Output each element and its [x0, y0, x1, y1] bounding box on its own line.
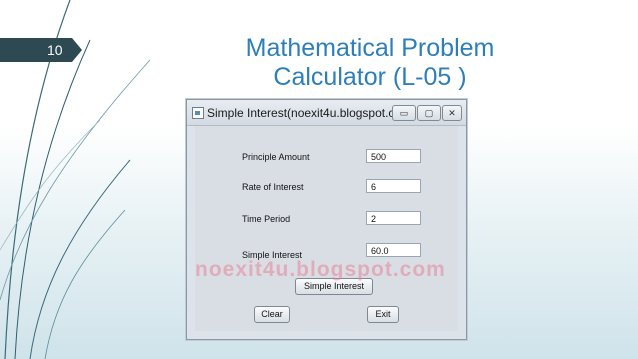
- time-field[interactable]: 2: [366, 211, 421, 225]
- form-panel: Principle Amount 500 Rate of Interest 6 …: [195, 126, 458, 331]
- watermark: noexit4u.blogspot.com: [195, 258, 446, 281]
- app-icon: [192, 107, 204, 119]
- time-label: Time Period: [242, 214, 291, 224]
- simple-interest-field[interactable]: 60.0: [366, 243, 421, 257]
- rate-field[interactable]: 6: [366, 179, 421, 193]
- maximize-icon: ▢: [424, 108, 434, 118]
- window-titlebar[interactable]: Simple Interest(noexit4u.blogspot.co... …: [187, 100, 466, 126]
- slide-title-line2: Calculator (L-05 ): [273, 63, 467, 91]
- rate-label: Rate of Interest: [242, 182, 304, 192]
- close-button[interactable]: ✕: [442, 105, 462, 121]
- slide-number-band: [0, 38, 82, 62]
- maximize-button[interactable]: ▢: [417, 105, 441, 121]
- principle-label: Principle Amount: [242, 152, 310, 162]
- minimize-icon: ▭: [399, 108, 409, 118]
- slide-number: 10: [47, 42, 63, 58]
- slide-title: Mathematical Problem Calculator (L-05 ): [200, 34, 540, 92]
- window-title: Simple Interest(noexit4u.blogspot.co...: [207, 106, 412, 120]
- simple-interest-window: Simple Interest(noexit4u.blogspot.co... …: [186, 99, 467, 340]
- minimize-button[interactable]: ▭: [392, 105, 416, 121]
- principle-field[interactable]: 500: [366, 149, 421, 163]
- slide-title-line1: Mathematical Problem: [245, 34, 495, 62]
- exit-button[interactable]: Exit: [367, 306, 399, 323]
- close-icon: ✕: [448, 108, 456, 118]
- clear-button[interactable]: Clear: [254, 306, 290, 323]
